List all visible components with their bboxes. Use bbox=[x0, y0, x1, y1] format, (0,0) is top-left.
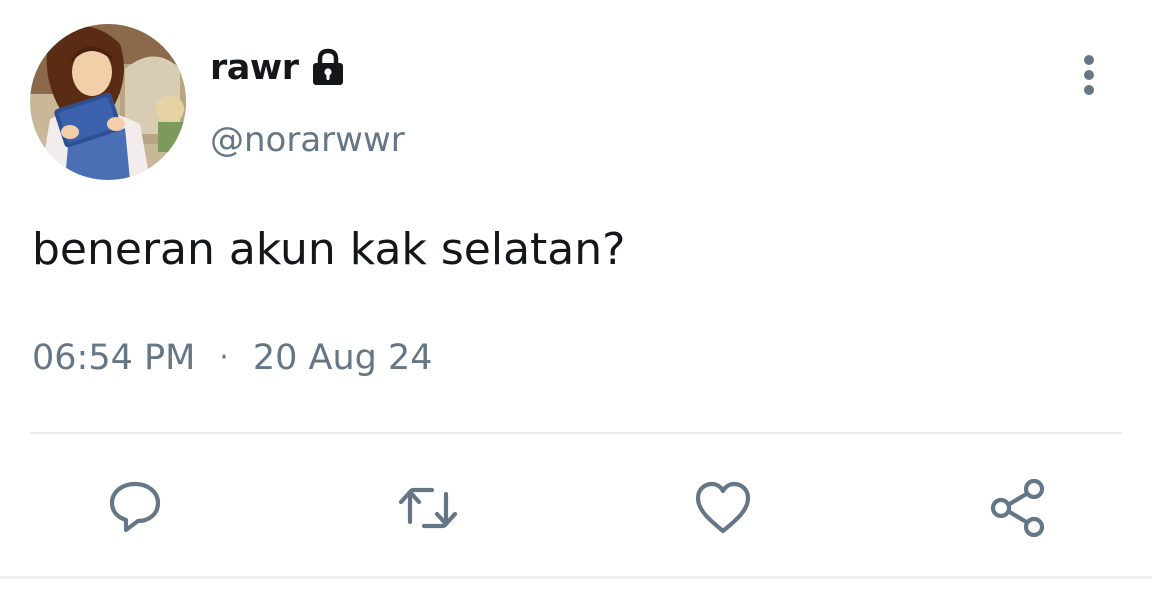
author-name-row[interactable]: rawr bbox=[210, 46, 349, 90]
like-button[interactable] bbox=[691, 476, 755, 540]
divider bbox=[30, 432, 1122, 434]
more-options-icon[interactable] bbox=[1070, 52, 1108, 100]
tweet-time: 06:54 PM bbox=[32, 338, 196, 378]
display-name[interactable]: rawr bbox=[210, 46, 299, 90]
share-icon bbox=[990, 478, 1045, 538]
tweet-text: beneran akun kak selatan? bbox=[32, 224, 626, 275]
lock-icon bbox=[307, 47, 349, 89]
author-handle[interactable]: @norarwwr bbox=[210, 118, 405, 162]
reply-button[interactable] bbox=[104, 476, 168, 540]
retweet-button[interactable] bbox=[396, 476, 460, 540]
reply-icon bbox=[109, 481, 161, 533]
avatar[interactable] bbox=[30, 24, 186, 180]
like-icon bbox=[695, 481, 751, 534]
bottom-border bbox=[0, 576, 1152, 579]
share-button[interactable] bbox=[985, 476, 1049, 540]
retweet-icon bbox=[398, 487, 458, 529]
tweet-meta: 06:54 PM · 20 Aug 24 bbox=[32, 336, 433, 380]
meta-separator: · bbox=[219, 340, 229, 375]
tweet-date: 20 Aug 24 bbox=[252, 338, 433, 378]
avatar-illustration bbox=[30, 24, 186, 180]
